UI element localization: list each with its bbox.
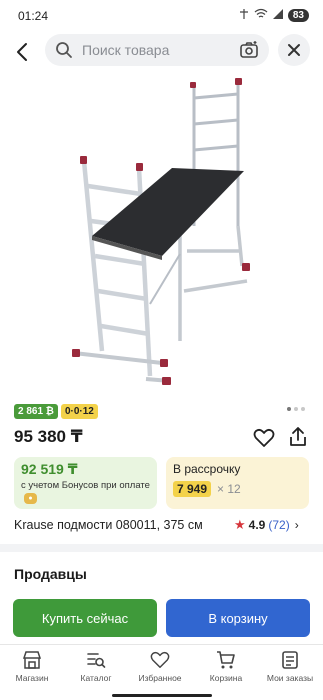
bonus-coin-icon: ● [24,492,37,504]
product-rating[interactable]: ★ 4.9 (72) › [234,517,299,533]
wifi-icon [254,8,268,23]
rating-value: 4.9 [248,518,266,532]
status-time: 01:24 [18,9,49,23]
top-bar [0,34,323,70]
image-carousel-dots [287,407,305,411]
chevron-right-icon: › [294,518,299,532]
chevron-left-icon [17,43,27,61]
shop-icon [22,651,42,669]
favorite-button[interactable] [253,428,275,453]
bonus-note-text: с учетом Бонусов при оплате [21,480,150,491]
nav-item-orders[interactable]: Мои заказы [258,650,322,683]
bonus-badge: 2 861 ₿ [14,404,58,419]
sellers-title: Продавцы [14,566,87,582]
heart-icon [150,651,170,668]
installment-title: В рассрочку [173,462,241,476]
nav-label: Избранное [138,673,182,683]
installment-badge: 0·0·12 [60,404,98,419]
orders-icon [282,651,298,669]
bottom-nav: Магазин Каталог Избранное Корзина Мои за… [0,644,323,700]
bonus-price: 92 519 ₸ [21,461,78,477]
back-button[interactable] [10,40,34,64]
promo-badges: 2 861 ₿ 0·0·12 [14,404,98,419]
nav-label: Мои заказы [266,673,314,683]
bonus-note: с учетом Бонусов при оплате● [21,479,151,505]
carousel-dot-active [287,407,291,411]
carousel-dot [301,407,305,411]
close-icon [288,44,300,56]
status-bar: 01:24 83 [0,0,323,32]
signal-icon [272,8,284,23]
close-button[interactable] [278,34,310,66]
nav-item-catalog[interactable]: Каталог [64,650,128,683]
nav-item-favorites[interactable]: Избранное [128,650,192,683]
search-input[interactable] [82,34,232,66]
section-divider [0,544,323,552]
ladder-scaffold-image [72,78,250,385]
mute-icon [238,8,250,23]
search-box[interactable] [45,34,269,66]
rating-count[interactable]: (72) [268,518,289,532]
nav-item-cart[interactable]: Корзина [194,650,258,683]
installment-amount: 7 949 [173,481,212,497]
nav-label: Магазин [15,673,49,683]
product-image[interactable] [62,76,262,396]
status-icons: 83 [238,8,309,23]
buy-now-button[interactable]: Купить сейчас [13,599,157,637]
heart-icon [253,428,275,447]
nav-item-shop[interactable]: Магазин [0,650,64,683]
product-price: 95 380 ₸ [14,427,83,446]
camera-search-icon[interactable] [239,40,259,60]
battery-indicator: 83 [287,9,309,22]
installment-months: × 12 [217,482,241,496]
share-button[interactable] [287,426,309,453]
bonus-price-card[interactable]: 92 519 ₸ с учетом Бонусов при оплате● [14,457,157,509]
nav-label: Корзина [209,673,243,683]
home-indicator[interactable] [112,694,212,697]
carousel-dot [294,407,298,411]
star-icon: ★ [234,517,246,532]
catalog-icon [87,653,106,668]
share-icon [290,427,306,446]
product-title: Krause подмости 080011, 375 см [14,518,203,532]
search-icon [56,42,72,58]
installment-card[interactable]: В рассрочку 7 949 × 12 [166,457,309,509]
nav-label: Каталог [80,673,112,683]
cart-icon [217,651,235,669]
add-to-cart-button[interactable]: В корзину [166,599,310,637]
